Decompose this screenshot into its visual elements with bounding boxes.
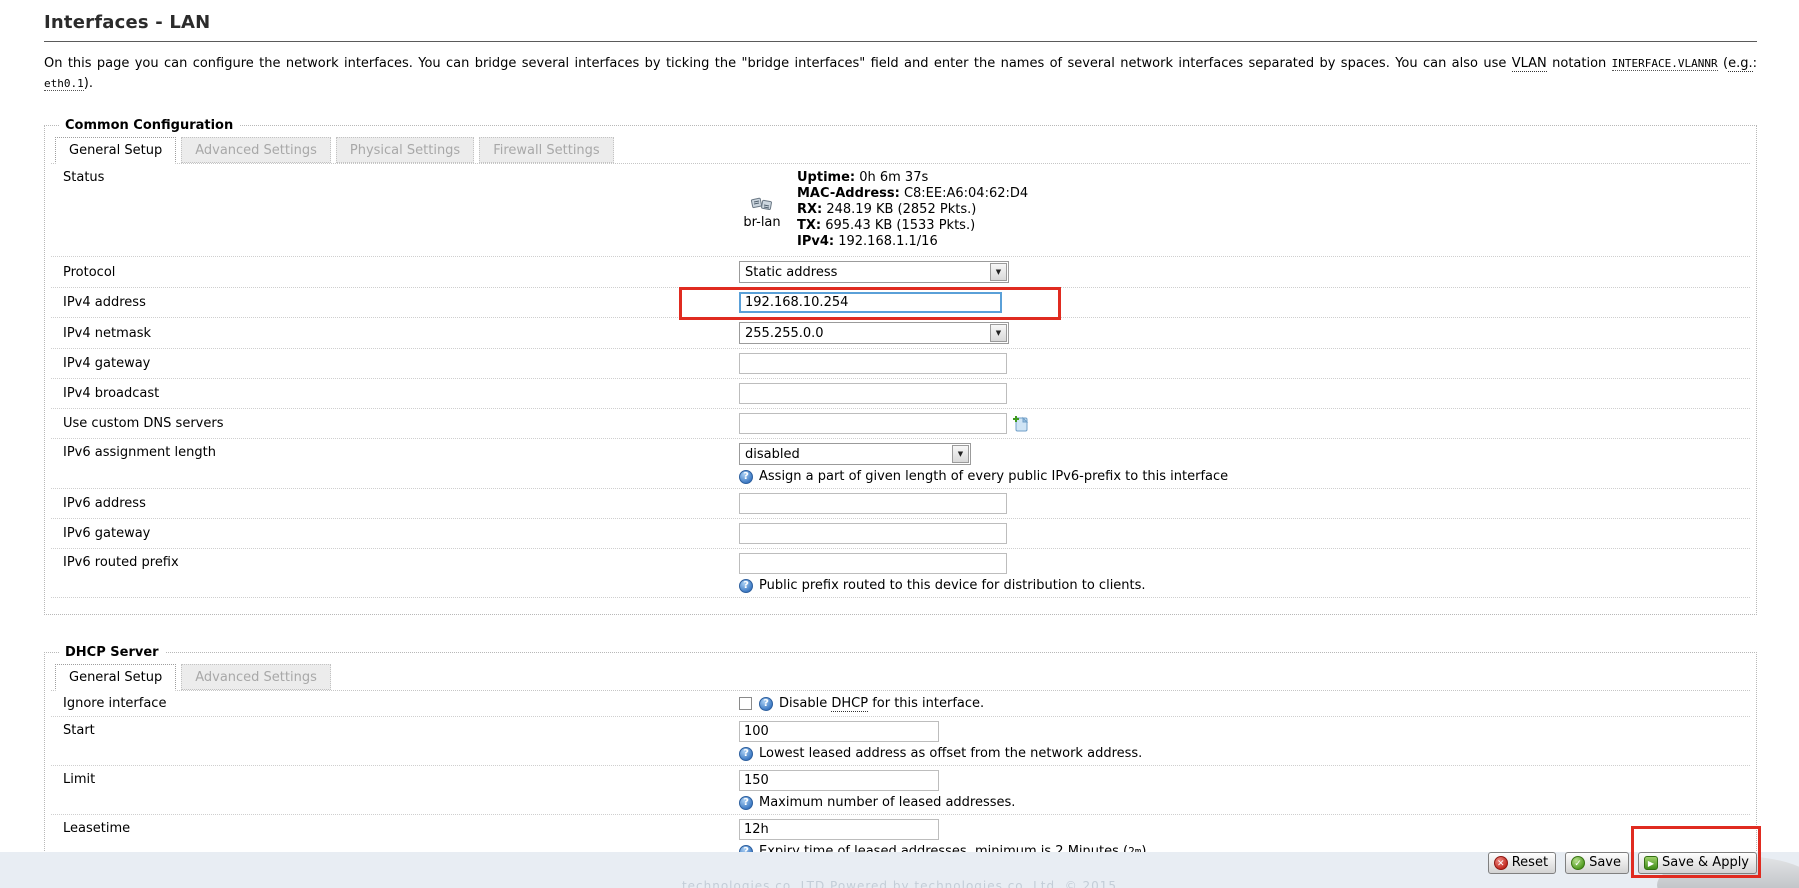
rx-line: RX: 248.19 KB (2852 Pkts.)	[797, 202, 1028, 218]
dhcp-leasetime-input[interactable]	[739, 819, 939, 840]
chevron-down-icon: ▼	[990, 324, 1007, 342]
save-icon: ✓	[1571, 856, 1585, 870]
ipv4-broadcast-label: IPv4 broadcast	[51, 386, 739, 401]
save-apply-button[interactable]: ▶ Save & Apply	[1638, 852, 1757, 874]
tab-physical-settings[interactable]: Physical Settings	[336, 137, 474, 163]
common-configuration-section: Common Configuration General Setup Advan…	[44, 118, 1757, 615]
dhcp-limit-help: ? Maximum number of leased addresses.	[739, 795, 1750, 810]
ipv4-address-label: IPv4 address	[51, 295, 739, 310]
add-dns-button[interactable]	[1012, 415, 1029, 432]
ipv6-address-input[interactable]	[739, 493, 1007, 514]
help-icon: ?	[759, 697, 773, 711]
add-icon	[1012, 415, 1029, 432]
dhcp-start-label: Start	[51, 721, 739, 738]
dhcp-limit-label: Limit	[51, 770, 739, 787]
custom-dns-label: Use custom DNS servers	[51, 416, 739, 431]
chevron-down-icon: ▼	[952, 445, 969, 463]
ipv6-assignment-label: IPv6 assignment length	[51, 443, 739, 460]
dhcp-abbr: DHCP	[831, 696, 868, 712]
tab-general-setup[interactable]: General Setup	[55, 137, 176, 164]
tx-line: TX: 695.43 KB (1533 Pkts.)	[797, 218, 1028, 234]
help-icon: ?	[739, 796, 753, 810]
status-row: Status	[51, 164, 1750, 257]
help-icon: ?	[739, 579, 753, 593]
save-button[interactable]: ✓ Save	[1565, 852, 1629, 874]
help-icon: ?	[739, 747, 753, 761]
ipv4-gateway-row: IPv4 gateway	[51, 349, 1750, 379]
protocol-select[interactable]: Static address ▼	[739, 261, 1009, 283]
uptime-line: Uptime: 0h 6m 37s	[797, 170, 1028, 186]
ipv6-routed-prefix-label: IPv6 routed prefix	[51, 553, 739, 570]
ipv6-assignment-help: ? Assign a part of given length of every…	[739, 469, 1750, 484]
ignore-interface-help: Disable DHCP for this interface.	[779, 696, 984, 711]
common-tab-bar: General Setup Advanced Settings Physical…	[51, 133, 1750, 164]
dhcp-start-input[interactable]	[739, 721, 939, 742]
dhcp-limit-row: Limit ? Maximum number of leased address…	[51, 766, 1750, 815]
title-divider	[44, 41, 1757, 42]
eg-abbr: e.g.	[1728, 56, 1753, 72]
dhcp-tab-advanced-settings[interactable]: Advanced Settings	[181, 664, 331, 690]
ipv4-broadcast-input[interactable]	[739, 383, 1007, 404]
common-configuration-legend: Common Configuration	[59, 118, 239, 133]
ipv6-gateway-label: IPv6 gateway	[51, 526, 739, 541]
dhcp-server-legend: DHCP Server	[59, 645, 165, 660]
tab-advanced-settings[interactable]: Advanced Settings	[181, 137, 331, 163]
dhcp-limit-input[interactable]	[739, 770, 939, 791]
ipv6-address-row: IPv6 address	[51, 489, 1750, 519]
apply-icon: ▶	[1644, 856, 1658, 870]
ipv6-gateway-row: IPv6 gateway	[51, 519, 1750, 549]
ipv6-gateway-input[interactable]	[739, 523, 1007, 544]
interface-vlannr-code: INTERFACE.VLANNR	[1612, 57, 1718, 71]
bridge-interface-icon	[749, 196, 775, 214]
ipv6-routed-prefix-input[interactable]	[739, 553, 1007, 574]
dhcp-start-help: ? Lowest leased address as offset from t…	[739, 746, 1750, 761]
protocol-row: Protocol Static address ▼	[51, 257, 1750, 288]
custom-dns-input[interactable]	[739, 413, 1007, 434]
ipv4-line: IPv4: 192.168.1.1/16	[797, 234, 1028, 250]
custom-dns-row: Use custom DNS servers	[51, 409, 1750, 439]
status-info: Uptime: 0h 6m 37s MAC-Address: C8:EE:A6:…	[797, 168, 1028, 252]
reset-icon: ✕	[1494, 856, 1508, 870]
ipv4-netmask-label: IPv4 netmask	[51, 326, 739, 341]
mac-line: MAC-Address: C8:EE:A6:04:62:D4	[797, 186, 1028, 202]
ipv4-address-input[interactable]	[739, 292, 1002, 313]
ipv4-gateway-label: IPv4 gateway	[51, 356, 739, 371]
page-description: On this page you can configure the netwo…	[44, 54, 1757, 94]
bridge-device: br-lan	[739, 196, 785, 230]
help-icon: ?	[739, 470, 753, 484]
ignore-interface-checkbox[interactable]	[739, 697, 752, 710]
tab-firewall-settings[interactable]: Firewall Settings	[479, 137, 613, 163]
ipv6-routed-prefix-help: ? Public prefix routed to this device fo…	[739, 578, 1750, 593]
protocol-label: Protocol	[51, 265, 739, 280]
reset-button[interactable]: ✕ Reset	[1488, 852, 1556, 874]
page: Interfaces - LAN On this page you can co…	[0, 0, 1799, 888]
dhcp-server-section: DHCP Server General Setup Advanced Setti…	[44, 645, 1757, 881]
footer-text: technologies co.,LTD Powered by technolo…	[0, 879, 1799, 888]
ipv4-broadcast-row: IPv4 broadcast	[51, 379, 1750, 409]
ipv4-gateway-input[interactable]	[739, 353, 1007, 374]
ipv4-netmask-select[interactable]: 255.255.0.0 ▼	[739, 322, 1009, 344]
ipv6-routed-prefix-row: IPv6 routed prefix ? Public prefix route…	[51, 549, 1750, 598]
dhcp-leasetime-label: Leasetime	[51, 819, 739, 836]
dhcp-tab-general-setup[interactable]: General Setup	[55, 664, 176, 691]
ignore-interface-row: Ignore interface ? Disable DHCP for this…	[51, 691, 1750, 717]
chevron-down-icon: ▼	[990, 263, 1007, 281]
ignore-interface-label: Ignore interface	[51, 696, 739, 711]
vlan-abbr: VLAN	[1512, 56, 1547, 72]
ipv4-netmask-row: IPv4 netmask 255.255.0.0 ▼	[51, 318, 1750, 349]
ipv6-assignment-row: IPv6 assignment length disabled ▼ ? Assi…	[51, 439, 1750, 489]
eth0-code: eth0.1	[44, 77, 84, 91]
page-title: Interfaces - LAN	[44, 8, 1757, 41]
ipv6-address-label: IPv6 address	[51, 496, 739, 511]
action-bar: ✕ Reset ✓ Save ▶ Save & Apply	[1488, 852, 1757, 874]
dhcp-tab-bar: General Setup Advanced Settings	[51, 660, 1750, 691]
ipv4-address-row: IPv4 address	[51, 288, 1750, 318]
ipv6-assignment-select[interactable]: disabled ▼	[739, 443, 971, 465]
device-name: br-lan	[743, 215, 780, 230]
dhcp-start-row: Start ? Lowest leased address as offset …	[51, 717, 1750, 766]
status-label: Status	[51, 168, 739, 185]
